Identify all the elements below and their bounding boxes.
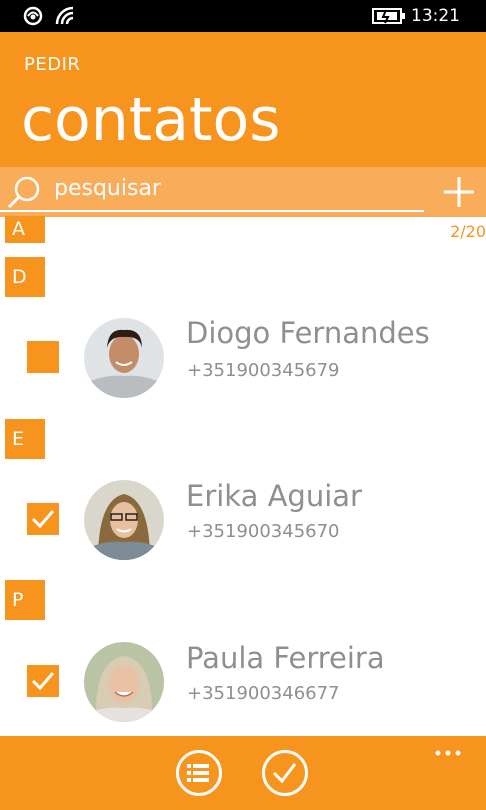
contact-row[interactable]: Paula Ferreira +351900346677 xyxy=(0,627,486,737)
page-subtitle: PEDIR xyxy=(24,54,81,75)
contact-phone: +351900346677 xyxy=(187,683,340,704)
search-icon[interactable] xyxy=(6,175,44,213)
confirm-button[interactable] xyxy=(262,750,308,796)
selection-counter: 2/20 xyxy=(450,222,486,241)
group-header-d[interactable]: D xyxy=(5,257,45,297)
check-icon xyxy=(31,510,55,529)
group-header-e[interactable]: E xyxy=(5,419,45,459)
status-bar: 13:21 xyxy=(0,0,486,32)
search-bar xyxy=(0,167,486,217)
contact-checkbox[interactable] xyxy=(27,503,59,535)
contact-name: Diogo Fernandes xyxy=(186,316,430,350)
contact-checkbox[interactable] xyxy=(27,341,59,373)
battery-charging-icon xyxy=(372,6,406,30)
clock: 13:21 xyxy=(411,6,460,26)
contact-row[interactable]: Diogo Fernandes +351900345679 xyxy=(0,304,486,414)
search-underline xyxy=(0,210,424,212)
group-header-a[interactable]: A xyxy=(5,216,45,243)
list-icon xyxy=(187,764,209,782)
ellipsis-icon[interactable] xyxy=(434,742,462,761)
group-header-p[interactable]: P xyxy=(5,580,45,620)
add-icon[interactable] xyxy=(443,176,475,212)
contact-checkbox[interactable] xyxy=(27,665,59,697)
check-icon xyxy=(31,672,55,691)
avatar xyxy=(84,318,164,398)
avatar xyxy=(84,480,164,560)
nfc-icon xyxy=(22,6,44,30)
wifi-icon xyxy=(55,6,77,30)
app-bar xyxy=(0,736,486,810)
check-icon xyxy=(272,763,297,784)
search-input[interactable] xyxy=(54,173,422,203)
avatar xyxy=(84,642,164,722)
contact-phone: +351900345670 xyxy=(187,521,340,542)
contact-row[interactable]: Erika Aguiar +351900345670 xyxy=(0,465,486,575)
page-title: contatos xyxy=(21,85,281,155)
header: PEDIR contatos xyxy=(0,32,486,167)
contact-name: Erika Aguiar xyxy=(186,479,362,513)
contact-phone: +351900345679 xyxy=(187,360,340,381)
contact-name: Paula Ferreira xyxy=(186,641,385,675)
list-button[interactable] xyxy=(176,750,222,796)
